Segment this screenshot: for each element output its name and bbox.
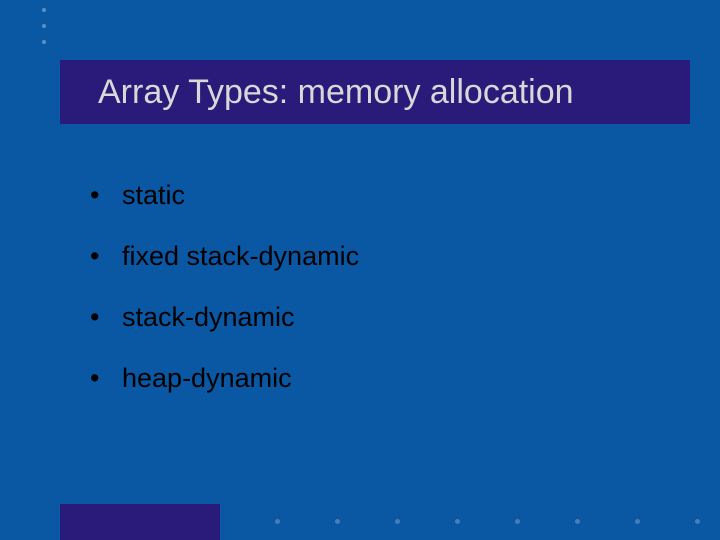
slide-title: Array Types: memory allocation <box>98 73 574 112</box>
list-item: • static <box>90 180 660 211</box>
bullet-icon: • <box>90 180 122 211</box>
list-item: • fixed stack-dynamic <box>90 241 660 272</box>
bullet-text: stack-dynamic <box>122 302 295 333</box>
bullet-icon: • <box>90 302 122 333</box>
dot-icon <box>575 519 580 524</box>
dot-icon <box>635 519 640 524</box>
decorative-dots-top <box>42 8 46 44</box>
dot-icon <box>515 519 520 524</box>
bullet-text: static <box>122 180 185 211</box>
dot-icon <box>275 519 280 524</box>
bullet-list: • static • fixed stack-dynamic • stack-d… <box>90 180 660 424</box>
bullet-text: heap-dynamic <box>122 363 292 394</box>
dot-icon <box>455 519 460 524</box>
bullet-text: fixed stack-dynamic <box>122 241 359 272</box>
dot-icon <box>695 519 700 524</box>
dot-icon <box>42 40 46 44</box>
dot-icon <box>42 8 46 12</box>
decorative-dots-bottom <box>275 519 700 524</box>
bullet-icon: • <box>90 241 122 272</box>
dot-icon <box>335 519 340 524</box>
list-item: • heap-dynamic <box>90 363 660 394</box>
dot-icon <box>395 519 400 524</box>
footer-block <box>60 504 220 540</box>
list-item: • stack-dynamic <box>90 302 660 333</box>
dot-icon <box>42 24 46 28</box>
title-bar: Array Types: memory allocation <box>60 60 690 124</box>
bullet-icon: • <box>90 363 122 394</box>
